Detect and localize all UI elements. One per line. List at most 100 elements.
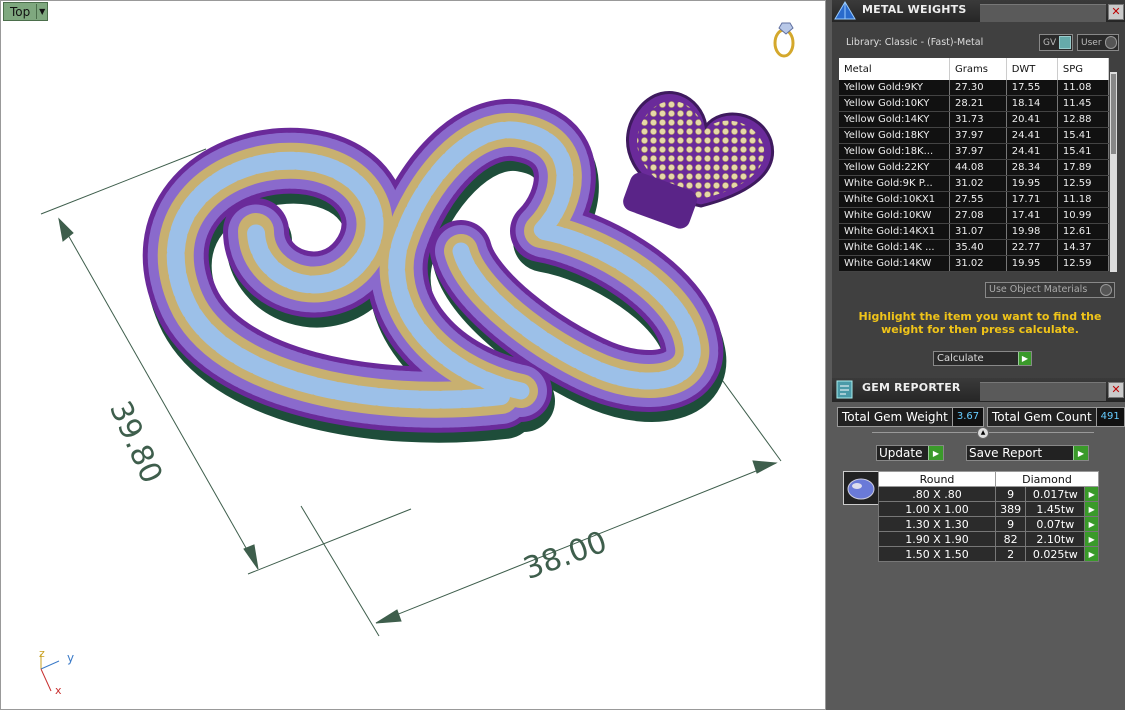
col-diamond[interactable]: Diamond [995,471,1099,487]
table-cell: 12.61 [1057,223,1110,240]
save-report-button[interactable]: Save Report ▶ [966,445,1089,461]
gem-table: Round Diamond .80 X .80 9 0.017tw ▶ 1.00 X 1… [878,471,1099,562]
table-row[interactable]: White Gold:9K P... 31.02 19.95 12.59 [839,175,1110,192]
gem-size: 1.00 X 1.00 [878,501,996,517]
table-cell: 17.41 [1006,207,1058,224]
table-cell: 11.18 [1057,191,1110,208]
table-cell: 20.41 [1006,111,1058,128]
user-label: User [1081,37,1102,48]
total-gem-weight-value: 3.67 [952,407,985,427]
table-cell: 27.08 [949,207,1007,224]
table-cell: White Gold:14K ... [839,239,950,256]
table-row[interactable]: Yellow Gold:18K... 37.97 24.41 15.41 [839,143,1110,160]
close-icon[interactable]: ✕ [1108,4,1124,20]
table-cell: Yellow Gold:14KY [839,111,950,128]
table-cell: 22.77 [1006,239,1058,256]
play-icon: ▶ [1073,446,1088,460]
gem-count: 2 [994,546,1027,562]
gem-slider[interactable]: ▲ [872,427,1094,439]
calculate-button[interactable]: Calculate ▶ [933,351,1032,366]
ring-icon[interactable] [769,19,799,62]
gv-toggle[interactable]: GV [1039,34,1074,51]
col-round[interactable]: Round [878,471,996,487]
table-cell: 31.02 [949,255,1007,272]
table-cell: White Gold:14KX1 [839,223,950,240]
table-row[interactable]: White Gold:14KW 31.02 19.95 12.59 [839,255,1110,272]
select-gem-button[interactable]: ▶ [1084,546,1099,562]
table-row[interactable]: Yellow Gold:14KY 31.73 20.41 12.88 [839,111,1110,128]
gem-row[interactable]: 1.30 X 1.30 9 0.07tw ▶ [878,516,1099,532]
gem-weight: 0.025tw [1025,546,1086,562]
pyramid-icon [834,1,856,21]
gv-label: GV [1043,37,1057,48]
table-row[interactable]: White Gold:14K ... 35.40 22.77 14.37 [839,239,1110,256]
table-row[interactable]: White Gold:10KX1 27.55 17.71 11.18 [839,191,1110,208]
gem-reporter-panel: Total Gem Weight 3.67 Total Gem Count 49… [832,402,1125,710]
hint-text: Highlight the item you want to find the … [858,310,1102,336]
col-grams[interactable]: Grams [949,58,1007,80]
table-cell: Yellow Gold:22KY [839,159,950,176]
report-icon [834,379,856,399]
close-icon[interactable]: ✕ [1108,382,1124,398]
table-cell: 12.59 [1057,175,1110,192]
view-name: Top [10,4,31,19]
metal-table: Metal Grams DWT SPG Yellow Gold:9KY 27.30… [839,58,1110,272]
table-cell: 37.97 [949,143,1007,160]
select-gem-button[interactable]: ▶ [1084,486,1099,502]
table-row[interactable]: White Gold:10KW 27.08 17.41 10.99 [839,207,1110,224]
table-cell: White Gold:10KW [839,207,950,224]
play-icon: ▶ [928,446,943,460]
table-cell: 19.95 [1006,255,1058,272]
table-cell: 17.55 [1006,80,1058,96]
use-object-materials-label: Use Object Materials [989,284,1088,295]
select-gem-button[interactable]: ▶ [1084,501,1099,517]
gem-weight: 0.07tw [1025,516,1086,532]
gem-count: 9 [994,486,1027,502]
toggle-on-icon [1059,36,1072,49]
col-dwt[interactable]: DWT [1006,58,1058,80]
table-row[interactable]: Yellow Gold:18KY 37.97 24.41 15.41 [839,127,1110,144]
view-selector[interactable]: Top ▼ [3,2,49,21]
gem-row[interactable]: 1.90 X 1.90 82 2.10tw ▶ [878,531,1099,547]
col-metal[interactable]: Metal [839,58,950,80]
total-gem-weight: Total Gem Weight 3.67 [837,407,985,427]
table-row[interactable]: Yellow Gold:9KY 27.30 17.55 11.08 [839,80,1110,96]
table-cell: 11.08 [1057,80,1110,96]
total-gem-weight-label: Total Gem Weight [837,407,953,427]
table-row[interactable]: Yellow Gold:22KY 44.08 28.34 17.89 [839,159,1110,176]
table-cell: 12.88 [1057,111,1110,128]
chevron-down-icon[interactable]: ▼ [36,4,47,19]
col-spg[interactable]: SPG [1057,58,1110,80]
slider-handle[interactable]: ▲ [977,427,989,439]
table-cell: 18.14 [1006,95,1058,112]
table-cell: Yellow Gold:10KY [839,95,950,112]
table-row[interactable]: White Gold:14KX1 31.07 19.98 12.61 [839,223,1110,240]
table-cell: 28.34 [1006,159,1058,176]
gem-row[interactable]: .80 X .80 9 0.017tw ▶ [878,486,1099,502]
axis-z-label: z [39,647,45,660]
select-gem-button[interactable]: ▶ [1084,531,1099,547]
table-cell: 17.71 [1006,191,1058,208]
gem-count: 389 [994,501,1027,517]
toggle-off-icon [1104,36,1117,49]
gem-reporter-header: GEM REPORTER ✕ [832,378,1125,402]
table-row[interactable]: Yellow Gold:10KY 28.21 18.14 11.45 [839,95,1110,112]
select-gem-button[interactable]: ▶ [1084,516,1099,532]
3d-viewport[interactable]: Top ▼ 39.80 38.00 z y x [0,0,826,710]
gem-row[interactable]: 1.50 X 1.50 2 0.025tw ▶ [878,546,1099,562]
update-button[interactable]: Update ▶ [876,445,944,461]
table-cell: 31.07 [949,223,1007,240]
table-cell: 24.41 [1006,143,1058,160]
user-toggle[interactable]: User [1077,34,1119,51]
table-cell: 24.41 [1006,127,1058,144]
table-cell: 19.95 [1006,175,1058,192]
metal-table-scrollbar[interactable] [1110,72,1117,272]
table-cell: White Gold:9K P... [839,175,950,192]
table-cell: Yellow Gold:18K... [839,143,950,160]
gem-row[interactable]: 1.00 X 1.00 389 1.45tw ▶ [878,501,1099,517]
use-object-materials-toggle[interactable]: Use Object Materials [985,282,1115,298]
gem-reporter-title: GEM REPORTER [862,381,961,394]
metal-weights-header: METAL WEIGHTS ✕ [832,0,1125,23]
table-cell: 15.41 [1057,127,1110,144]
table-cell: 31.73 [949,111,1007,128]
